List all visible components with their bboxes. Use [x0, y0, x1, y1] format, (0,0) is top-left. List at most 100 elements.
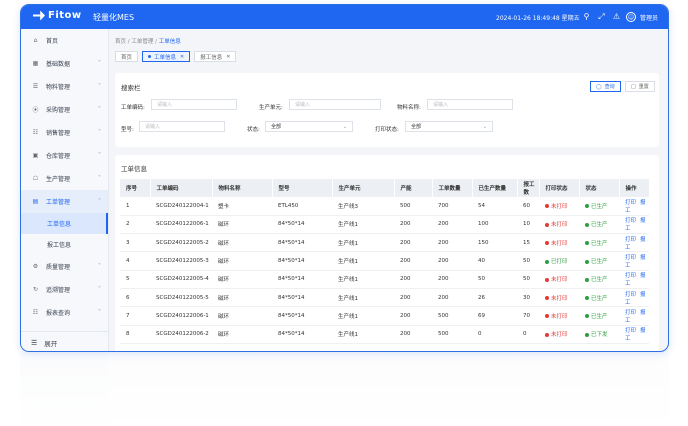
column-header[interactable]: 生产单元 — [332, 179, 395, 197]
model-input[interactable]: 请输入 — [139, 121, 225, 132]
cell-status: 已生产 — [579, 270, 619, 289]
cell-status: 已生产 — [579, 288, 619, 308]
order-list-panel: 工单信息 序号 工单编码 物料名称 型号 生产单元 产能 工单数量 已生产数量 报工数 打印状态状… — [115, 155, 659, 351]
close-icon[interactable]: ✕ — [226, 54, 230, 60]
cell-print-status: 未打印 — [539, 325, 579, 344]
table-row[interactable]: 7 SCGD240122006-1 磁环 84*50*14 生产线1 200 500 69 70… — [120, 306, 649, 326]
query-button[interactable]: ◯ 查询 — [590, 81, 621, 92]
order-code-input[interactable]: 请输入 — [151, 99, 237, 110]
column-header[interactable]: 产能 — [394, 179, 433, 197]
sidebar-subitem[interactable]: 报工信息 — [21, 234, 108, 255]
sidebar-item[interactable]: ☷ 销售管理 ˅ — [21, 121, 108, 144]
sidebar-item[interactable]: ▦ 基础数据 ˅ — [21, 52, 108, 75]
table-row[interactable]: 1 SCGD240122004-1 塑卡 ETL450 生产线3 500 700 54 60 未打… — [120, 197, 649, 216]
cell-qty: 200 — [432, 288, 472, 308]
sidebar-item[interactable]: ↻ 追溯管理 ˅ — [21, 278, 108, 301]
breadcrumb-current: 工单信息 — [158, 39, 181, 45]
table-row[interactable]: 3 SCGD240122005-2 磁环 84*50*14 生产线1 200 200 150 1… — [120, 233, 649, 253]
cell-produced: 150 — [472, 233, 517, 253]
table-row[interactable]: 6 SCGD240122005-5 磁环 84*50*14 生产线1 200 200 26 30… — [120, 288, 649, 308]
print-link[interactable]: 打印 — [625, 328, 636, 334]
print-link[interactable]: 打印 — [625, 310, 636, 316]
user-menu[interactable]: ☺ 管理员 — [626, 12, 658, 22]
chevron-up-icon: ˄ — [98, 198, 101, 205]
sidebar-item[interactable]: ☷ 报表查询 ˅ — [21, 301, 108, 324]
status-ok-icon — [585, 204, 589, 209]
print-link[interactable]: 打印 — [625, 200, 636, 206]
print-status-text: 未打印 — [551, 277, 568, 284]
column-header[interactable]: 已生产数量 — [472, 179, 518, 197]
tab-home[interactable]: 首页 — [115, 51, 139, 62]
reset-button[interactable]: □ 重置 — [625, 81, 655, 92]
cell-unit: 生产线1 — [332, 251, 394, 271]
cell-code: SCGD240122006-1 — [150, 215, 212, 235]
column-header[interactable]: 工单编码 — [150, 179, 213, 197]
column-header[interactable]: 工单数量 — [432, 179, 473, 197]
print-status-select[interactable]: 全部 ⌄ — [405, 121, 493, 132]
table-row[interactable]: 4 SCGD240122005-3 磁环 84*50*14 生产线1 200 200 40 50… — [120, 251, 649, 271]
selected-value: 全部 — [411, 124, 422, 130]
status-error-icon — [545, 296, 549, 301]
chevron-down-icon: ⌄ — [342, 123, 347, 130]
print-status-text: 未打印 — [551, 295, 568, 302]
cell-model: 84*50*14 — [272, 251, 332, 271]
tab-label: 工单信息 — [154, 54, 177, 61]
column-header[interactable]: 序号 — [120, 179, 151, 197]
breadcrumb-order-mgmt[interactable]: 工单管理 — [131, 39, 153, 45]
production-unit-input[interactable]: 请输入 — [289, 99, 381, 110]
status-select[interactable]: 全部 ⌄ — [265, 121, 353, 132]
status-label: 状态: — [247, 127, 260, 133]
print-link[interactable]: 打印 — [625, 273, 636, 279]
cell-actions: 打印 报工 — [619, 233, 649, 253]
tab-order-info[interactable]: 工单信息 ✕ — [142, 51, 191, 62]
cell-unit: 生产线1 — [332, 215, 394, 235]
bell-icon[interactable]: ⚠ — [611, 11, 622, 22]
sidebar-item[interactable]: ⦿ 采购管理 ˅ — [21, 98, 108, 121]
table-row[interactable]: 2 SCGD240122006-1 磁环 84*50*14 生产线1 200 200 100 1… — [120, 215, 649, 235]
print-status-text: 已打印 — [551, 259, 568, 266]
breadcrumb-home[interactable]: 首页 — [115, 39, 126, 45]
chevron-down-icon: ˅ — [98, 263, 101, 270]
material-name-label: 物料名称: — [397, 105, 421, 111]
column-header[interactable]: 报工数 — [517, 179, 540, 197]
status-error-icon — [545, 204, 549, 209]
cell-material: 磁环 — [212, 233, 272, 253]
column-header[interactable]: 状态 — [579, 179, 620, 197]
expand-toggle[interactable]: ☰ 展开 — [21, 331, 108, 351]
table-row[interactable]: 5 SCGD240122005-4 磁环 84*50*14 生产线1 200 200 50 50… — [120, 270, 649, 289]
search-icon[interactable]: ⚲ — [581, 11, 592, 22]
sidebar-item[interactable]: ⌂ 首页 — [21, 29, 108, 52]
sidebar-item[interactable]: ▣ 仓库管理 ˅ — [21, 144, 108, 167]
print-link[interactable]: 打印 — [625, 292, 636, 298]
chevron-down-icon: ⌄ — [482, 123, 487, 130]
selected-value: 全部 — [271, 124, 282, 130]
top-bar: Fitow 轻量化MES 2024-01-26 18:49:48 星期五 ⚲ ⤢… — [21, 5, 668, 29]
chevron-down-icon: ˅ — [98, 175, 101, 182]
print-link[interactable]: 打印 — [625, 255, 636, 261]
column-header[interactable]: 操作 — [619, 179, 650, 197]
sidebar-item[interactable]: ☖ 生产管理 ˅ — [21, 167, 108, 190]
close-icon[interactable]: ✕ — [180, 54, 184, 60]
print-link[interactable]: 打印 — [625, 218, 636, 224]
column-header[interactable]: 打印状态 — [539, 179, 580, 197]
cell-print-status: 未打印 — [539, 233, 579, 253]
fullscreen-icon[interactable]: ⤢ — [596, 11, 607, 22]
placeholder: 请输入 — [433, 102, 449, 108]
cell-no: 6 — [120, 288, 150, 308]
status-ok-icon — [585, 296, 589, 301]
sidebar-item[interactable]: ⚙ 质量管理 ˅ — [21, 255, 108, 278]
sidebar-item[interactable]: ☰ 物料管理 ˅ — [21, 75, 108, 98]
sidebar-subitem[interactable]: 工单信息 — [21, 213, 108, 234]
search-panel: 搜索栏 ◯ 查询 □ 重置 工单编码: 请输入 生产单元: 请输入 物料名称: 请输… — [115, 73, 659, 147]
sidebar-item[interactable]: ▤ 工单管理 ˄ — [21, 190, 108, 213]
list-icon: ☰ — [32, 83, 39, 90]
tab-report-info[interactable]: 报工信息 ✕ — [194, 51, 237, 62]
material-name-input[interactable]: 请输入 — [427, 99, 513, 110]
logo: Fitow — [33, 10, 82, 21]
expand-label: 展开 — [44, 339, 58, 348]
print-link[interactable]: 打印 — [625, 237, 636, 243]
cell-produced: 26 — [472, 288, 517, 308]
column-header[interactable]: 物料名称 — [212, 179, 273, 197]
table-row[interactable]: 8 SCGD240122006-2 磁环 84*50*14 生产线1 200 500 0 0 未打… — [120, 325, 649, 344]
column-header[interactable]: 型号 — [272, 179, 333, 197]
